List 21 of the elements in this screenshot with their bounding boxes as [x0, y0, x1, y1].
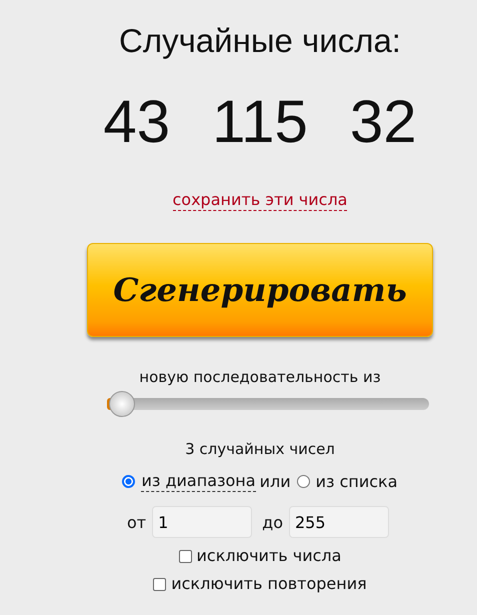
- checkbox-label[interactable]: исключить числа: [196, 546, 342, 566]
- checkbox[interactable]: [178, 550, 192, 562]
- random-number: 115: [212, 87, 308, 157]
- checkbox[interactable]: [153, 578, 166, 590]
- sequence-label: новую последовательность из: [139, 367, 381, 387]
- checkbox-label[interactable]: исключить повторения: [171, 574, 367, 594]
- radio-label[interactable]: из диапазона: [141, 471, 256, 492]
- to-label: до: [262, 512, 283, 532]
- radio-label[interactable]: из списка: [316, 472, 398, 492]
- or-label: или: [260, 472, 291, 491]
- from-label: от: [127, 512, 146, 532]
- generate-button[interactable]: Сгенерировать: [87, 243, 433, 337]
- count-label: 3 случайных чисел: [185, 439, 335, 459]
- radio-button[interactable]: [122, 475, 136, 488]
- random-number: 43: [103, 87, 170, 157]
- to-field[interactable]: 255: [288, 506, 389, 538]
- random-number: 32: [350, 87, 417, 157]
- radio-button[interactable]: [296, 475, 310, 488]
- save-link[interactable]: сохранить эти числа: [172, 190, 348, 211]
- from-field[interactable]: 1: [152, 506, 252, 538]
- page-title: Случайные числа:: [119, 21, 401, 61]
